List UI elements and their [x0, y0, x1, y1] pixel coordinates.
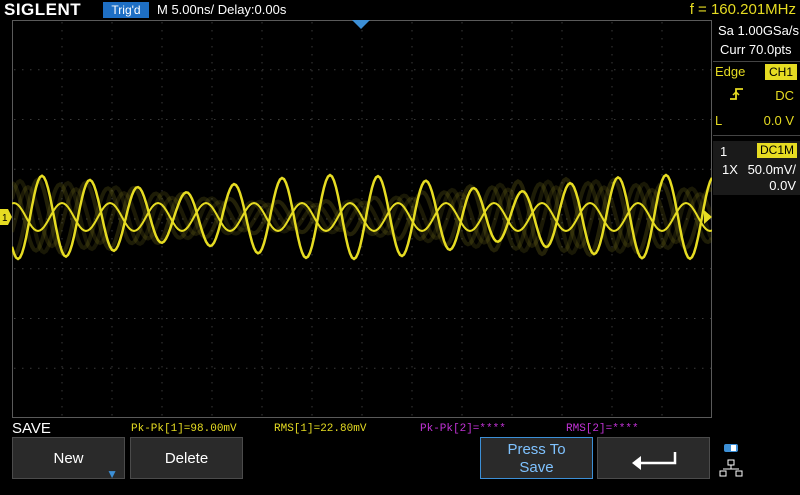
delete-button-label: Delete	[164, 450, 209, 467]
measurement-rms-1: RMS[1]=22.80mV	[274, 423, 367, 435]
channel-offset: 0.0V	[769, 178, 796, 193]
new-button-label: New	[53, 450, 84, 467]
delete-button[interactable]: Delete	[130, 437, 243, 479]
trigger-source-badge[interactable]: CH1	[765, 64, 797, 80]
probe-attenuation: 1X	[722, 162, 738, 177]
new-button[interactable]: New ▼	[12, 437, 125, 481]
press-to-save-label-line1: Press To	[507, 441, 566, 458]
divider	[713, 135, 800, 136]
return-arrow-icon	[632, 452, 677, 470]
press-to-save-button[interactable]: Press To Save	[480, 437, 593, 479]
return-button[interactable]	[597, 437, 710, 479]
memory-depth: Curr 70.0pts	[720, 42, 792, 57]
measurement-pkpk-1: Pk-Pk[1]=98.00mV	[131, 423, 237, 435]
trigger-position-icon	[352, 20, 370, 29]
trigger-level-value: 0.0 V	[763, 113, 794, 128]
press-to-save-label-line2: Save	[519, 459, 554, 476]
trigger-level-label: L	[715, 113, 723, 128]
ch1-offset-marker[interactable]: 1	[0, 209, 12, 225]
sample-rate: Sa 1.00GSa/s	[718, 23, 799, 38]
channel-number: 1	[720, 144, 728, 159]
timebase-readout: M 5.00ns/ Delay:0.00s	[157, 2, 287, 17]
network-icon	[719, 444, 743, 477]
trigger-coupling: DC	[775, 88, 794, 103]
measurement-pkpk-2: Pk-Pk[2]=****	[420, 423, 506, 435]
brand-logo: SIGLENT	[4, 0, 82, 19]
down-arrow-icon: ▼	[106, 467, 118, 481]
frequency-readout: f = 160.201MHz	[689, 1, 796, 18]
waveform-display[interactable]	[12, 20, 712, 418]
channel-coupling-badge: DC1M	[757, 143, 797, 158]
divider	[713, 61, 800, 62]
edge-rising-icon	[730, 88, 743, 100]
measurement-rms-2: RMS[2]=****	[566, 423, 639, 435]
trigger-status-badge: Trig'd	[103, 2, 149, 18]
ch1-marker-label: 1	[2, 213, 8, 224]
trigger-type[interactable]: Edge	[715, 63, 745, 81]
menu-title: SAVE	[12, 420, 51, 437]
